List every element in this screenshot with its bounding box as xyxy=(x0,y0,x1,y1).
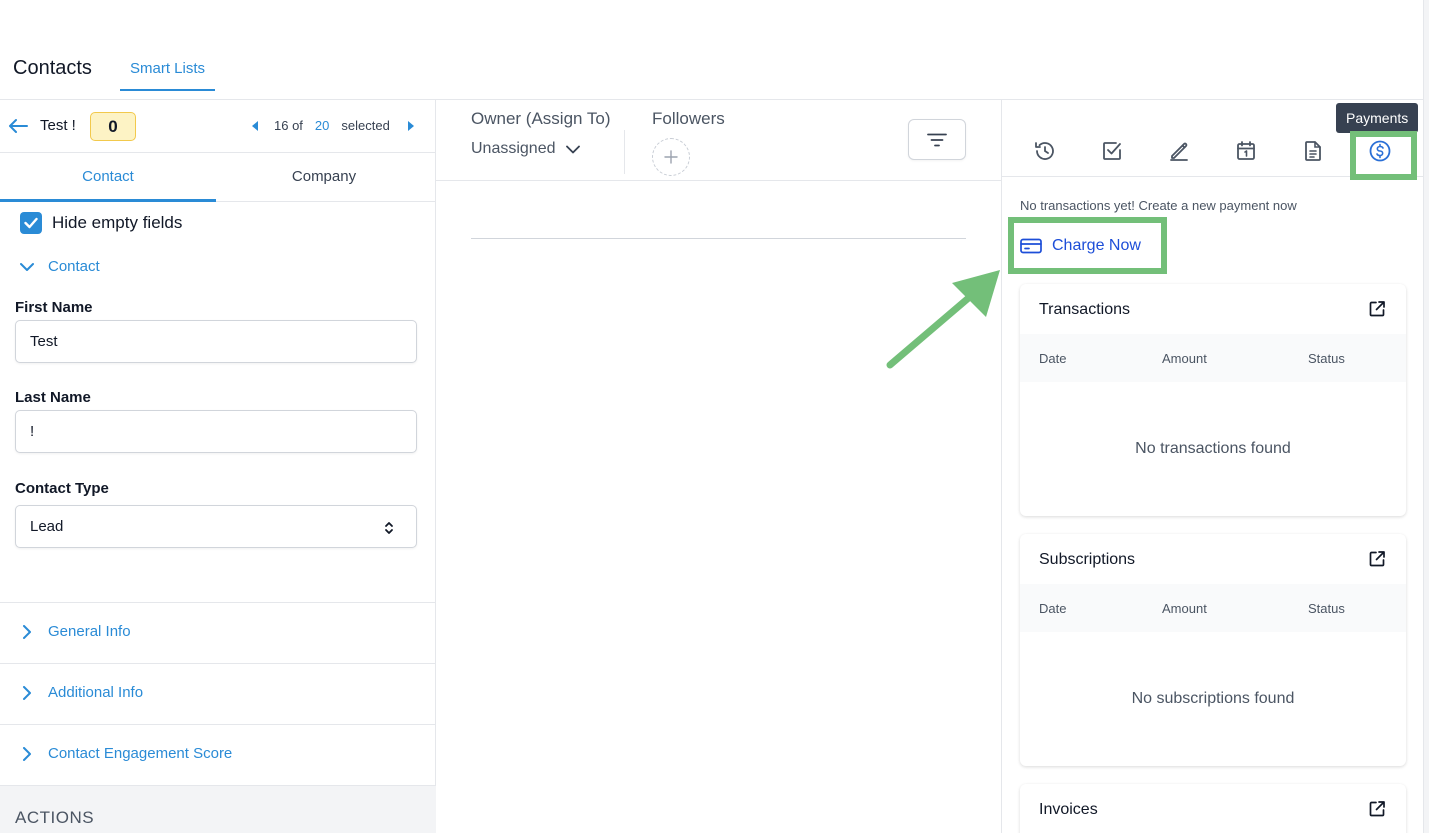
transactions-title: Transactions xyxy=(1039,301,1130,318)
owner-divider xyxy=(624,130,625,174)
contact-type-value: Lead xyxy=(30,518,64,535)
col-date: Date xyxy=(1039,601,1067,616)
contact-name: Test ! xyxy=(40,117,76,134)
section-contact-label: Contact xyxy=(48,258,100,275)
section-additional-info[interactable]: Additional Info xyxy=(0,663,436,724)
contact-type-label: Contact Type xyxy=(15,480,109,497)
actions-label: ACTIONS xyxy=(15,808,95,827)
transactions-table-header: Date Amount Status xyxy=(1020,334,1406,382)
last-name-label: Last Name xyxy=(15,389,91,406)
page-title: Contacts xyxy=(13,57,92,79)
divider xyxy=(471,238,966,239)
clock-icon[interactable] xyxy=(1032,138,1058,164)
tab-smart-lists[interactable]: Smart Lists xyxy=(120,60,216,91)
chevron-right-icon xyxy=(23,746,31,761)
section-general-info-header: General Info xyxy=(20,623,131,640)
tab-company[interactable]: Company xyxy=(216,153,432,202)
no-transactions-text: No transactions yet! Create a new paymen… xyxy=(1020,198,1297,213)
external-link-icon[interactable] xyxy=(1368,550,1386,568)
app-root: Contacts Smart Lists Test ! 0 16 of 20 s… xyxy=(0,0,1429,833)
owner-dropdown[interactable]: Unassigned xyxy=(471,140,580,158)
col-amount: Amount xyxy=(1162,601,1207,616)
contact-company-tabs: Contact Company xyxy=(0,153,436,202)
contact-details-panel: Test ! 0 16 of 20 selected Contact Compa… xyxy=(0,100,436,833)
transactions-card: Transactions Date Amount Status No trans… xyxy=(1020,284,1406,516)
followers-label: Followers xyxy=(652,109,725,128)
section-engagement-score-header: Contact Engagement Score xyxy=(20,745,232,762)
count-badge: 0 xyxy=(90,112,136,141)
tab-contact[interactable]: Contact xyxy=(0,153,216,202)
owner-value: Unassigned xyxy=(471,140,556,157)
general-info-label: General Info xyxy=(48,623,131,640)
add-follower-button[interactable] xyxy=(652,138,690,176)
actions-section: ACTIONS xyxy=(0,785,436,833)
annotation-arrow-icon xyxy=(886,270,1000,369)
invoices-title: Invoices xyxy=(1039,801,1098,818)
subscriptions-table-header: Date Amount Status xyxy=(1020,584,1406,632)
first-name-label: First Name xyxy=(15,299,93,316)
subscriptions-empty: No subscriptions found xyxy=(1131,690,1295,707)
section-contact-header[interactable]: Contact xyxy=(20,258,100,275)
hide-empty-checkbox[interactable] xyxy=(20,212,42,234)
section-engagement-score[interactable]: Contact Engagement Score xyxy=(0,724,436,785)
transactions-empty: No transactions found xyxy=(1135,440,1291,457)
external-link-icon[interactable] xyxy=(1368,800,1386,818)
pager: 16 of 20 selected xyxy=(252,118,414,133)
pen-icon[interactable] xyxy=(1166,138,1192,164)
last-name-field[interactable]: ! xyxy=(15,410,417,453)
engagement-score-label: Contact Engagement Score xyxy=(48,745,233,762)
chevron-down-icon xyxy=(565,145,580,153)
payments-panel: Payments No transactions yet! Create a n… xyxy=(1001,100,1424,833)
col-amount: Amount xyxy=(1162,351,1207,366)
hide-empty-fields-toggle[interactable]: Hide empty fields xyxy=(20,212,182,234)
check-icon xyxy=(24,217,38,229)
filter-button[interactable] xyxy=(908,119,966,160)
subscriptions-title: Subscriptions xyxy=(1039,551,1136,568)
pager-current: 16 of xyxy=(274,118,303,133)
additional-info-label: Additional Info xyxy=(48,684,144,701)
col-date: Date xyxy=(1039,351,1067,366)
subscriptions-card: Subscriptions Date Amount Status No subs… xyxy=(1020,534,1406,766)
chevron-right-icon xyxy=(23,624,31,639)
chevron-down-icon xyxy=(20,262,34,271)
next-record-icon[interactable] xyxy=(407,120,414,131)
pager-suffix: selected xyxy=(341,118,390,133)
owner-label: Owner (Assign To) xyxy=(471,109,611,128)
col-status: Status xyxy=(1308,601,1345,616)
contact-nav-row: Test ! 0 16 of 20 selected xyxy=(0,100,436,153)
chevron-right-icon xyxy=(23,685,31,700)
document-icon[interactable] xyxy=(1300,138,1326,164)
external-link-icon[interactable] xyxy=(1368,300,1386,318)
section-additional-info-header: Additional Info xyxy=(20,684,143,701)
payments-tooltip: Payments xyxy=(1336,103,1419,133)
check-square-icon[interactable] xyxy=(1099,138,1125,164)
activity-panel: Owner (Assign To) Unassigned Followers xyxy=(436,100,1001,833)
charge-now-highlight xyxy=(1008,217,1167,274)
calendar-icon[interactable] xyxy=(1233,138,1259,164)
col-status: Status xyxy=(1308,351,1345,366)
top-bar: Contacts Smart Lists xyxy=(0,0,1423,100)
filter-icon xyxy=(927,133,947,146)
section-general-info[interactable]: General Info xyxy=(0,602,436,663)
prev-record-icon[interactable] xyxy=(252,120,258,131)
select-arrows-icon xyxy=(385,522,393,534)
plus-icon xyxy=(664,150,678,164)
pager-total: 20 xyxy=(314,118,330,133)
first-name-field[interactable]: Test xyxy=(15,320,417,363)
invoices-card: Invoices xyxy=(1020,784,1406,833)
payments-highlight xyxy=(1350,131,1417,180)
back-arrow-icon[interactable] xyxy=(8,118,28,134)
hide-empty-label: Hide empty fields xyxy=(52,213,183,232)
right-scroll-edge xyxy=(1423,0,1429,833)
divider xyxy=(436,180,1001,181)
contact-type-select[interactable]: Lead xyxy=(15,505,417,548)
